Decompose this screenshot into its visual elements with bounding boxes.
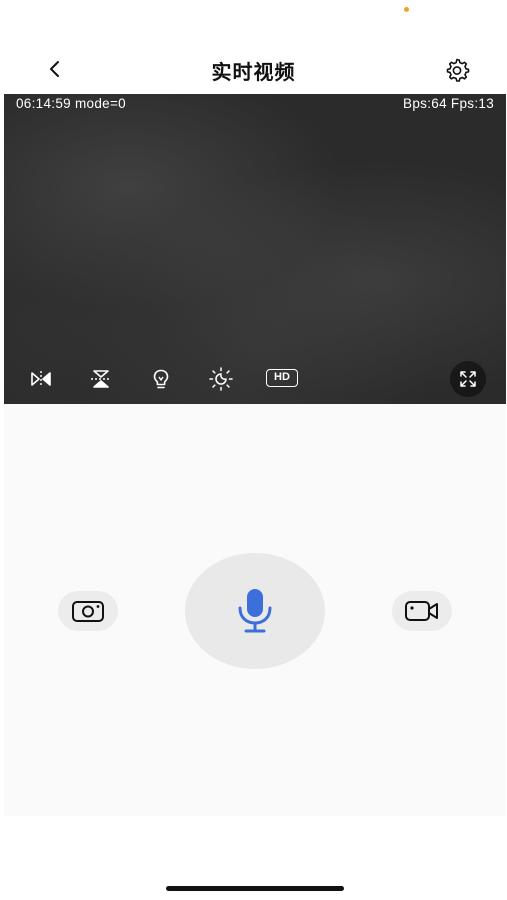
navigation-bar: 实时视频 <box>0 44 507 94</box>
video-camera-icon <box>405 601 438 621</box>
flip-vertical-icon <box>91 370 111 388</box>
gear-icon <box>446 58 470 82</box>
hd-quality-button[interactable]: HD <box>266 369 298 387</box>
mirror-horizontal-icon <box>31 371 51 387</box>
snapshot-button[interactable] <box>58 591 118 631</box>
flip-button[interactable] <box>86 364 116 394</box>
video-stats: Bps:64 Fps:13 <box>403 96 494 111</box>
day-night-icon <box>209 367 233 391</box>
light-button[interactable] <box>146 364 176 394</box>
live-video-view[interactable]: 06:14:59 mode=0 Bps:64 Fps:13 HD <box>4 94 506 404</box>
night-mode-button[interactable] <box>206 364 236 394</box>
camera-icon <box>72 601 104 622</box>
mirror-button[interactable] <box>26 364 56 394</box>
fullscreen-icon <box>460 371 476 387</box>
status-indicator-dot <box>404 7 409 12</box>
fullscreen-button[interactable] <box>450 361 486 397</box>
video-toolbar: HD <box>4 361 506 397</box>
page-title: 实时视频 <box>211 62 296 84</box>
microphone-icon <box>238 589 272 633</box>
talk-button[interactable] <box>185 553 325 669</box>
settings-button[interactable] <box>440 53 474 87</box>
video-timestamp: 06:14:59 mode=0 <box>16 96 126 111</box>
record-button[interactable] <box>392 591 452 631</box>
home-indicator <box>166 886 344 891</box>
lightbulb-icon <box>153 369 169 389</box>
